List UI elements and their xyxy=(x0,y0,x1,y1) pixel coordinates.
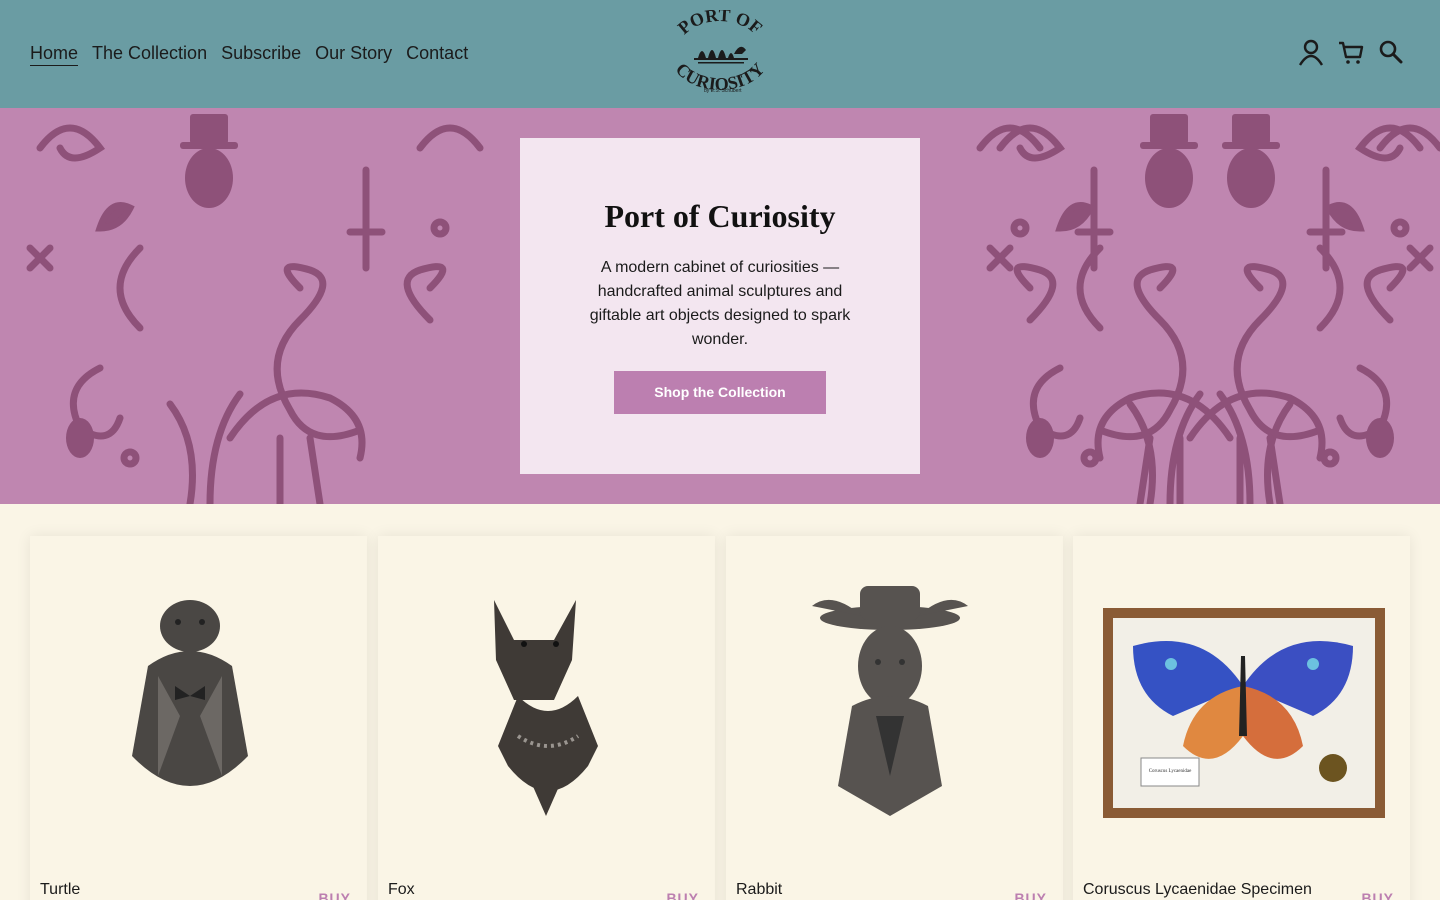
header-icons xyxy=(1298,38,1404,66)
product-name: Coruscus Lycaenidae Specimen xyxy=(1083,881,1312,898)
hero-banner: Port of Curiosity A modern cabinet of cu… xyxy=(0,108,1440,504)
product-card-butterfly-specimen[interactable]: Coruscus Lycaenidae Coruscus Lycaenidae … xyxy=(1073,536,1410,900)
product-card-turtle[interactable]: Turtle BUY xyxy=(30,536,367,900)
account-icon[interactable] xyxy=(1298,38,1324,66)
product-card-rabbit[interactable]: Rabbit BUY xyxy=(726,536,1063,900)
butterfly-specimen-image[interactable]: Coruscus Lycaenidae xyxy=(1073,536,1410,866)
cart-icon[interactable] xyxy=(1338,38,1364,66)
logo-byline: by E.S. Schubert xyxy=(704,88,742,94)
nav-contact[interactable]: Contact xyxy=(406,41,468,66)
shop-collection-button[interactable]: Shop the Collection xyxy=(614,371,826,414)
buy-button[interactable]: BUY xyxy=(1361,890,1394,900)
hero-title: Port of Curiosity xyxy=(604,198,836,234)
hero-card: Port of Curiosity A modern cabinet of cu… xyxy=(520,138,920,474)
buy-button[interactable]: BUY xyxy=(318,890,351,900)
nav-home[interactable]: Home xyxy=(30,41,79,66)
buy-button[interactable]: BUY xyxy=(1014,890,1047,900)
product-name: Fox xyxy=(388,881,415,898)
main-nav: Home The Collection Subscribe Our Story … xyxy=(30,41,468,66)
hero-description: A modern cabinet of curiosities — handcr… xyxy=(589,259,851,348)
product-card-fox[interactable]: Fox BUY xyxy=(378,536,715,900)
logo-top-text: PORT OF xyxy=(674,10,766,38)
nav-our-story[interactable]: Our Story xyxy=(315,41,392,66)
buy-button[interactable]: BUY xyxy=(666,890,699,900)
nav-the-collection[interactable]: The Collection xyxy=(92,41,207,66)
specimen-label: Coruscus Lycaenidae xyxy=(1149,769,1192,774)
site-logo[interactable]: PORT OF CURIOSITY xyxy=(664,10,776,98)
search-icon[interactable] xyxy=(1378,38,1404,66)
nav-subscribe[interactable]: Subscribe xyxy=(221,41,301,66)
product-name: Turtle xyxy=(40,881,81,898)
sea-serpent-icon xyxy=(694,46,748,64)
turtle-bust-image[interactable] xyxy=(30,536,367,866)
fox-bust-image[interactable] xyxy=(378,536,715,866)
site-header: Home The Collection Subscribe Our Story … xyxy=(0,0,1440,108)
rabbit-bust-image[interactable] xyxy=(726,536,1063,866)
product-name: Rabbit xyxy=(736,881,783,898)
